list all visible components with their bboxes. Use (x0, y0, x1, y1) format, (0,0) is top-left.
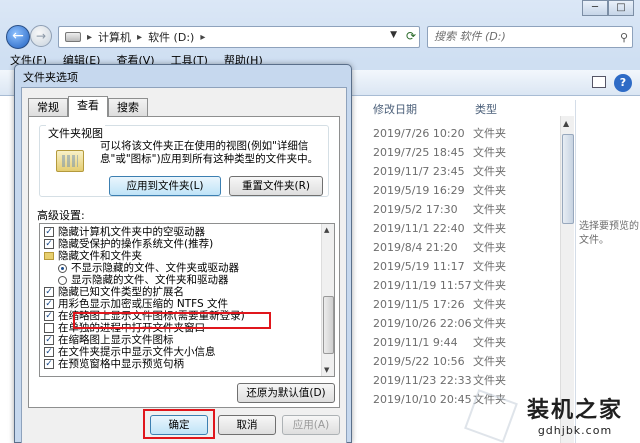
folder-options-dialog: 文件夹选项 常规 查看 搜索 文件夹视图 可以将该文件夹正在使用的视图(例如"详… (14, 64, 352, 443)
chevron-right-icon: ▸ (200, 31, 206, 43)
list-item-ntfs-color[interactable]: ✓ 用彩色显示加密或压缩的 NTFS 文件 (44, 298, 228, 310)
tab-view[interactable]: 查看 (68, 96, 108, 117)
address-bar[interactable]: ▸ 计算机 ▸ 软件 (D:) ▸ ▼ ⟳ (58, 26, 420, 48)
list-item[interactable]: 不显示隐藏的文件、文件夹或驱动器 (58, 262, 239, 274)
drive-icon (65, 32, 81, 42)
table-row[interactable]: 2019/11/1 9:44 文件夹 (373, 333, 533, 352)
advanced-settings-list: ✓ 隐藏计算机文件夹中的空驱动器 ✓ 隐藏受保护的操作系统文件(推荐) 隐藏文件… (39, 223, 335, 377)
list-item[interactable]: ✓ 隐藏受保护的操作系统文件(推荐) (44, 238, 213, 250)
apply-button[interactable]: 应用(A) (282, 415, 340, 435)
list-item[interactable]: ✓ 在预览窗格中显示预览句柄 (44, 358, 184, 370)
checkbox-checked[interactable]: ✓ (44, 287, 54, 297)
restore-defaults-button[interactable]: 还原为默认值(D) (237, 383, 335, 403)
watermark: 装机之家 gdhjbk.com (510, 392, 640, 437)
search-placeholder: 搜索 软件 (D:) (434, 30, 506, 43)
table-row[interactable]: 2019/5/19 11:17 文件夹 (373, 257, 533, 276)
chevron-down-icon[interactable]: ▼ (390, 30, 397, 40)
refresh-icon[interactable]: ⟳ (406, 29, 416, 43)
folder-views-legend: 文件夹视图 (46, 125, 105, 141)
checkbox-unchecked[interactable] (44, 323, 54, 333)
table-row[interactable]: 2019/11/7 23:45 文件夹 (373, 162, 533, 181)
list-item[interactable]: ✓ 在缩略图上显示文件图标 (44, 334, 174, 346)
checkbox-checked[interactable]: ✓ (44, 347, 54, 357)
ok-button-highlight-box (143, 409, 215, 439)
list-item[interactable]: ✓ 隐藏已知文件类型的扩展名 (44, 286, 184, 298)
watermark-title: 装机之家 (526, 397, 623, 423)
checkbox-checked[interactable]: ✓ (44, 299, 54, 309)
search-input[interactable]: 搜索 软件 (D:) ⚲ (427, 26, 633, 48)
folder-views-description: 可以将该文件夹正在使用的视图(例如"详细信息"或"图标")应用到所有这种类型的文… (100, 140, 319, 165)
reset-folders-button[interactable]: 重置文件夹(R) (229, 176, 323, 196)
preview-message: 选择要预览的文件。 (579, 221, 639, 246)
window-controls: ─ □ (582, 0, 634, 16)
apply-to-folders-button[interactable]: 应用到文件夹(L) (109, 176, 221, 196)
table-row[interactable]: 2019/11/19 11:57 文件夹 (373, 276, 533, 295)
list-item: 隐藏文件和文件夹 (44, 250, 142, 262)
watermark-url: gdhjbk.com (537, 424, 613, 437)
view-options-icon[interactable] (592, 76, 606, 88)
maximize-icon[interactable]: □ (608, 0, 634, 16)
list-item[interactable]: 显示隐藏的文件、文件夹和驱动器 (58, 274, 229, 286)
checkbox-checked[interactable]: ✓ (44, 311, 54, 321)
view-tab-panel: 文件夹视图 可以将该文件夹正在使用的视图(例如"详细信息"或"图标")应用到所有… (28, 116, 340, 408)
tab-search[interactable]: 搜索 (108, 98, 148, 117)
ntfs-item-highlight-box (73, 312, 271, 329)
forward-arrow-icon[interactable]: → (30, 25, 52, 47)
checkbox-checked[interactable]: ✓ (44, 227, 54, 237)
checkbox-checked[interactable]: ✓ (44, 239, 54, 249)
breadcrumb-drive[interactable]: 软件 (D:) (148, 29, 194, 45)
tab-strip: 常规 查看 搜索 (28, 96, 148, 117)
table-row[interactable]: 2019/7/25 18:45 文件夹 (373, 143, 533, 162)
folder-views-icon (56, 150, 84, 172)
column-header-type[interactable]: 类型 (475, 100, 497, 120)
checkbox-checked[interactable]: ✓ (44, 359, 54, 369)
checkbox-checked[interactable]: ✓ (44, 335, 54, 345)
advanced-settings-label: 高级设置: (37, 209, 85, 222)
folder-icon (44, 252, 54, 260)
back-arrow-icon[interactable]: ← (6, 25, 30, 49)
scroll-up-icon[interactable]: ▲ (563, 119, 569, 128)
table-row[interactable]: 2019/11/5 17:26 文件夹 (373, 295, 533, 314)
minimize-icon[interactable]: ─ (582, 0, 608, 16)
radio-selected[interactable] (58, 263, 67, 273)
radio-unselected[interactable] (58, 275, 67, 285)
scroll-up-icon[interactable]: ▲ (324, 226, 329, 234)
breadcrumb-computer[interactable]: 计算机 (98, 29, 131, 45)
column-header-date[interactable]: 修改日期 (373, 100, 417, 120)
chevron-right-icon: ▸ (137, 31, 143, 43)
table-row[interactable]: 2019/5/22 10:56 文件夹 (373, 352, 533, 371)
file-rows: 2019/7/26 10:20 文件夹 2019/7/25 18:45 文件夹 20… (373, 124, 533, 409)
dialog-body: 常规 查看 搜索 文件夹视图 可以将该文件夹正在使用的视图(例如"详细信息"或"… (21, 87, 347, 443)
help-icon[interactable]: ? (614, 74, 632, 92)
table-row[interactable]: 2019/8/4 21:20 文件夹 (373, 238, 533, 257)
table-row[interactable]: 2019/10/26 22:06 文件夹 (373, 314, 533, 333)
table-row[interactable]: 2019/11/23 22:33 文件夹 (373, 371, 533, 390)
advanced-settings-scrollbar[interactable]: ▲ ▼ (321, 224, 334, 376)
list-item[interactable]: ✓ 在文件夹提示中显示文件大小信息 (44, 346, 216, 358)
dialog-title: 文件夹选项 (23, 71, 78, 84)
table-row[interactable]: 2019/11/1 22:40 文件夹 (373, 219, 533, 238)
table-row[interactable]: 2019/7/26 10:20 文件夹 (373, 124, 533, 143)
table-row[interactable]: 2019/5/2 17:30 文件夹 (373, 200, 533, 219)
scrollbar-thumb[interactable] (323, 296, 334, 354)
table-row[interactable]: 2019/5/19 16:29 文件夹 (373, 181, 533, 200)
chevron-right-icon: ▸ (87, 31, 93, 43)
cancel-button[interactable]: 取消 (218, 415, 276, 435)
search-icon[interactable]: ⚲ (620, 28, 628, 48)
scroll-down-icon[interactable]: ▼ (324, 366, 329, 374)
tab-general[interactable]: 常规 (28, 98, 68, 117)
scrollbar-thumb[interactable] (562, 134, 574, 224)
list-item[interactable]: ✓ 隐藏计算机文件夹中的空驱动器 (44, 226, 205, 238)
